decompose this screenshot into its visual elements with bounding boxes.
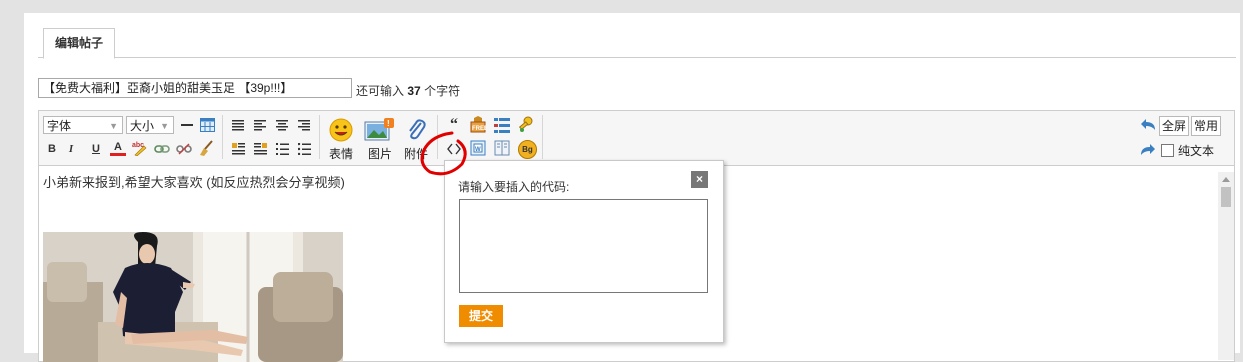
background-button[interactable]: Bg bbox=[518, 140, 537, 159]
quote-button[interactable]: “ bbox=[446, 116, 462, 133]
smiley-button[interactable]: 表情 bbox=[325, 118, 357, 162]
tab-divider bbox=[38, 57, 1236, 58]
unlink-icon[interactable] bbox=[176, 141, 192, 157]
insert-code-dialog-title: 请输入要插入的代码: bbox=[458, 180, 570, 194]
attachment-label: 附件 bbox=[403, 147, 428, 161]
column-layout-icon[interactable] bbox=[494, 140, 510, 156]
svg-text:W: W bbox=[475, 147, 481, 153]
toolbar-separator bbox=[542, 115, 543, 159]
highlight-pen-icon[interactable]: abc bbox=[132, 140, 148, 156]
size-select[interactable]: 大小 ▼ bbox=[126, 116, 174, 134]
chevron-down-icon: ▼ bbox=[160, 121, 169, 131]
underline-button[interactable]: U bbox=[88, 141, 104, 157]
horizontal-rule-icon[interactable] bbox=[179, 117, 195, 133]
scroll-up-arrow-icon[interactable] bbox=[1222, 177, 1230, 182]
remaining-count: 37 bbox=[407, 84, 421, 98]
svg-text:FREE: FREE bbox=[472, 126, 486, 132]
remaining-prefix: 还可输入 bbox=[356, 84, 405, 98]
plain-text-toggle[interactable]: 纯文本 bbox=[1161, 142, 1214, 159]
smiley-label: 表情 bbox=[328, 147, 353, 161]
font-color-button[interactable]: A bbox=[110, 140, 126, 156]
plain-text-checkbox[interactable] bbox=[1161, 144, 1174, 157]
font-select[interactable]: 字体 ▼ bbox=[43, 116, 123, 134]
insert-code-dialog: 请输入要插入的代码: × 提交 bbox=[444, 160, 724, 343]
svg-text:!: ! bbox=[387, 119, 390, 128]
code-textarea[interactable] bbox=[459, 199, 708, 293]
close-icon[interactable]: × bbox=[691, 171, 708, 188]
password-key-icon[interactable] bbox=[518, 116, 534, 132]
italic-button[interactable]: I bbox=[63, 141, 79, 157]
float-left-icon[interactable] bbox=[230, 141, 246, 157]
redo-icon[interactable] bbox=[1140, 142, 1156, 158]
free-content-icon[interactable]: FREE bbox=[470, 115, 486, 132]
ordered-list-icon[interactable] bbox=[274, 141, 290, 157]
bold-button[interactable]: B bbox=[44, 141, 60, 157]
align-right-icon[interactable] bbox=[296, 117, 312, 133]
unordered-list-icon[interactable] bbox=[296, 141, 312, 157]
image-button[interactable]: ! 图片 bbox=[362, 118, 398, 162]
toolbar-separator bbox=[437, 115, 438, 159]
media-icon[interactable]: W bbox=[470, 140, 486, 156]
link-icon[interactable] bbox=[154, 141, 170, 157]
fullscreen-button[interactable]: 全屏 bbox=[1159, 116, 1190, 136]
subject-input[interactable]: 【免费大福利】亞裔小姐的甜美玉足 【39p!!!】 bbox=[38, 78, 352, 98]
smiley-icon bbox=[327, 118, 355, 142]
align-justify-icon[interactable] bbox=[230, 117, 246, 133]
undo-icon[interactable] bbox=[1140, 117, 1156, 133]
image-label: 图片 bbox=[367, 147, 392, 161]
embedded-photo bbox=[43, 232, 343, 362]
float-right-icon[interactable] bbox=[252, 141, 268, 157]
editor-scrollbar[interactable] bbox=[1218, 172, 1234, 360]
scroll-thumb[interactable] bbox=[1221, 187, 1231, 207]
plain-text-label: 纯文本 bbox=[1178, 144, 1215, 158]
index-list-icon[interactable] bbox=[494, 117, 510, 133]
size-select-label: 大小 bbox=[130, 119, 155, 133]
font-select-label: 字体 bbox=[47, 119, 72, 133]
image-icon: ! bbox=[364, 118, 396, 142]
remaining-suffix: 个字符 bbox=[424, 84, 461, 98]
toolbar-separator bbox=[319, 115, 320, 159]
tab-edit-post[interactable]: 编辑帖子 bbox=[43, 28, 115, 59]
editor-toolbar: 字体 ▼ 大小 ▼ B I U A abc 表情 ! 图片 附件 “ FRE W… bbox=[39, 111, 1234, 166]
remaining-chars: 还可输入 37 个字符 bbox=[356, 82, 460, 99]
chevron-down-icon: ▼ bbox=[109, 121, 118, 131]
submit-button[interactable]: 提交 bbox=[459, 305, 503, 327]
common-tools-button[interactable]: 常用 bbox=[1191, 116, 1222, 136]
align-left-icon[interactable] bbox=[252, 117, 268, 133]
editor-content-text[interactable]: 小弟新来报到,希望大家喜欢 (如反应热烈会分享视频) bbox=[43, 172, 345, 191]
toolbar-separator bbox=[222, 115, 223, 159]
table-icon[interactable] bbox=[199, 117, 215, 133]
paperclip-icon bbox=[402, 118, 430, 142]
code-icon[interactable] bbox=[446, 141, 462, 157]
align-center-icon[interactable] bbox=[274, 117, 290, 133]
attachment-button[interactable]: 附件 bbox=[400, 118, 432, 162]
clear-format-broom-icon[interactable] bbox=[198, 140, 214, 156]
